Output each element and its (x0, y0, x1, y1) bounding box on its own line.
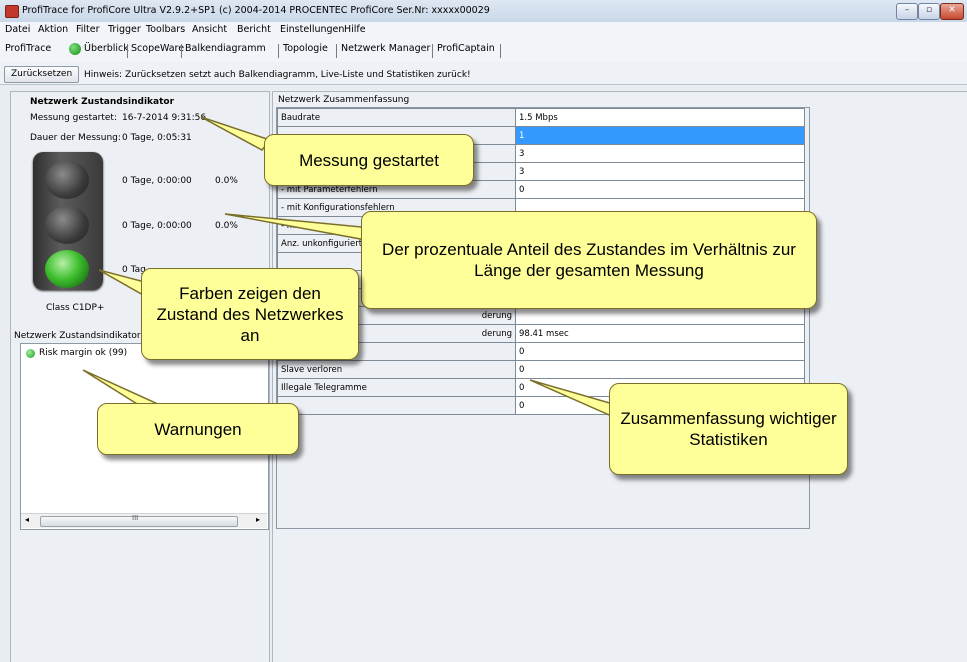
tab-proficaptain[interactable]: ProfiCaptain (437, 43, 495, 54)
lamp-red-time: 0 Tage, 0:00:00 (122, 176, 192, 186)
callout-stats: Zusammenfassung wichtiger Statistiken (609, 383, 848, 475)
row-label: Baudrate (277, 108, 516, 127)
tab-ueberblick[interactable]: Überblick (84, 43, 129, 54)
lamp-yellow-time: 0 Tage, 0:00:00 (122, 221, 192, 231)
row-value: 1.5 Mbps (515, 108, 805, 127)
duration-label: Dauer der Messung: (30, 133, 121, 143)
status-dot-icon (69, 43, 81, 55)
tab-separator (336, 44, 337, 58)
row-value: 3 (515, 144, 805, 163)
menu-ansicht[interactable]: Ansicht (192, 24, 227, 35)
tab-netzwerk-manager[interactable]: Netzwerk Manager (341, 43, 430, 54)
table-row: Slave verloren 0 (277, 360, 805, 379)
callout-warnings: Warnungen (97, 403, 299, 455)
close-button[interactable]: ✕ (940, 3, 964, 20)
row-value (515, 306, 805, 325)
start-label: Messung gestartet: (30, 113, 117, 123)
row-value: 98.41 msec (515, 324, 805, 343)
row-label: Slave verloren (277, 360, 516, 379)
window-title: ProfiTrace for ProfiCore Ultra V2.9.2+SP… (22, 5, 490, 16)
reset-hint: Hinweis: Zurücksetzen setzt auch Balkend… (84, 70, 471, 80)
row-label (277, 396, 516, 415)
lamp-green-icon (45, 250, 89, 288)
table-row: Baudrate 1.5 Mbps (277, 108, 805, 127)
row-value-selected[interactable]: 1 (515, 126, 805, 145)
details-heading: Netzwerk Zustandsindikator De (14, 331, 156, 341)
warning-item[interactable]: Risk margin ok (99) (39, 348, 127, 358)
scroll-left-icon[interactable]: ◂ (25, 515, 29, 524)
tab-separator (278, 44, 279, 58)
menu-einstellungen[interactable]: Einstellungen (280, 24, 344, 35)
lamp-red-icon (45, 161, 89, 199)
maximize-button[interactable]: ▫ (918, 3, 940, 20)
app-icon (5, 5, 19, 18)
menu-filter[interactable]: Filter (76, 24, 100, 35)
tab-profitrace[interactable]: ProfiTrace (5, 43, 51, 54)
scroll-right-icon[interactable]: ▸ (256, 515, 260, 524)
lamp-red-percent: 0.0% (215, 176, 238, 186)
class-label: Class C1DP+ (46, 303, 105, 313)
scrollbar-thumb[interactable] (40, 516, 238, 527)
tab-topologie[interactable]: Topologie (283, 43, 328, 54)
tab-balkendiagramm[interactable]: Balkendiagramm (185, 43, 266, 54)
tab-separator (181, 44, 182, 58)
menu-aktion[interactable]: Aktion (38, 24, 68, 35)
indicator-heading: Netzwerk Zustandsindikator (30, 97, 175, 107)
tab-scopeware[interactable]: ScopeWare (131, 43, 184, 54)
callout-percent: Der prozentuale Anteil des Zustandes im … (361, 211, 817, 309)
callout-colors: Farben zeigen den Zustand des Netzwerkes… (141, 268, 359, 360)
menu-toolbars[interactable]: Toolbars (146, 24, 185, 35)
lamp-yellow-percent: 0.0% (215, 221, 238, 231)
row-value: 0 (515, 360, 805, 379)
menu-trigger[interactable]: Trigger (108, 24, 141, 35)
scrollbar-grip-icon: III (132, 514, 139, 522)
minimize-button[interactable]: – (896, 3, 918, 20)
row-value: 3 (515, 162, 805, 181)
summary-heading: Netzwerk Zusammenfassung (278, 95, 410, 105)
lamp-yellow-icon (45, 206, 89, 244)
menu-hilfe[interactable]: Hilfe (344, 24, 366, 35)
row-value: 0 (515, 180, 805, 199)
duration-value: 0 Tage, 0:05:31 (122, 133, 192, 143)
callout-started: Messung gestartet (264, 134, 474, 186)
reset-button[interactable]: Zurücksetzen (4, 66, 80, 83)
ok-status-icon (26, 349, 35, 358)
tab-separator (432, 44, 433, 58)
row-value: 0 (515, 342, 805, 361)
menu-bericht[interactable]: Bericht (237, 24, 271, 35)
start-value: 16-7-2014 9:31:56 (122, 113, 207, 123)
menu-datei[interactable]: Datei (5, 24, 30, 35)
tab-separator (127, 44, 128, 58)
row-label: Illegale Telegramme (277, 378, 516, 397)
tab-separator (500, 44, 501, 58)
